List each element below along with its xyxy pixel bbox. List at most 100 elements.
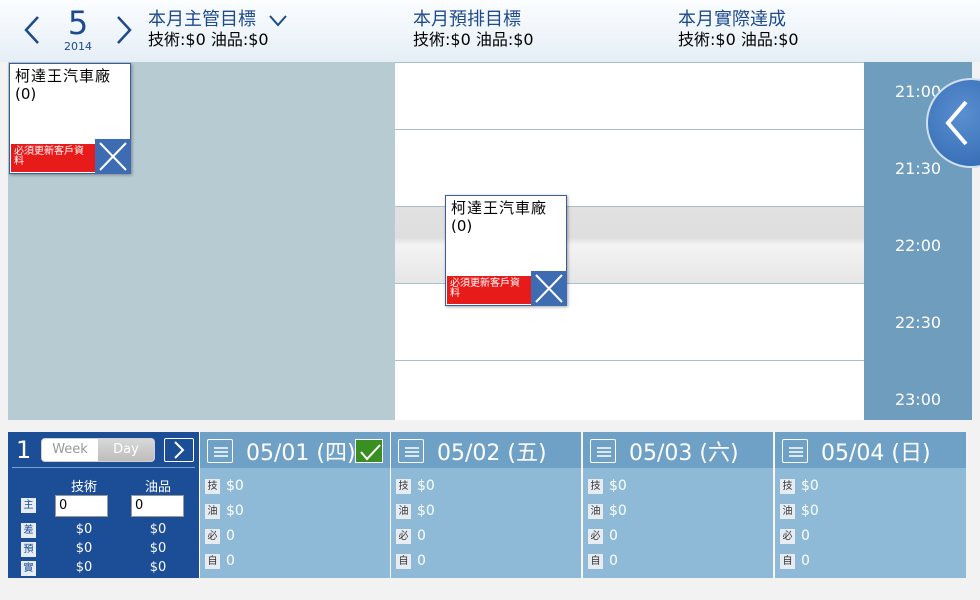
divider <box>12 467 195 468</box>
row-label-difference: 差 <box>21 523 36 538</box>
day-column[interactable]: 05/03 (六) 技 $0 油 $0 必0 自0 <box>582 432 773 578</box>
time-slot[interactable] <box>395 62 864 139</box>
day-header: 05/04 (日) <box>775 432 966 468</box>
row-key: 自 <box>588 554 603 569</box>
day-menu-button[interactable] <box>782 439 808 463</box>
row-key: 必 <box>780 529 795 544</box>
customer-count: (0) <box>451 217 473 235</box>
appointment-card[interactable]: 柯達王汽車廠 (0) 必須更新客戶資料 <box>9 63 131 174</box>
next-week-button[interactable] <box>164 438 194 462</box>
time-slot[interactable] <box>395 360 864 437</box>
row-value: 0 <box>609 528 618 544</box>
row-value: $0 <box>801 478 819 494</box>
remove-card-button[interactable] <box>95 139 131 174</box>
day-date: 05/01 (四) <box>246 441 356 466</box>
row-value: $0 <box>609 503 627 519</box>
appointment-card[interactable]: 柯達王汽車廠 (0) 必須更新客戶資料 <box>445 195 567 306</box>
row-label-manager: 主 <box>21 498 36 513</box>
remove-card-button[interactable] <box>531 271 567 306</box>
row-value: 0 <box>417 528 426 544</box>
day-column[interactable]: 05/02 (五) 技 $0 油 $0 必0 自0 <box>390 432 581 578</box>
menu-icon <box>789 447 803 457</box>
row-key: 技 <box>396 479 411 494</box>
manager-target-values: 技術:$0 油品:$0 <box>148 30 269 49</box>
diff-tech-value: $0 <box>75 522 93 537</box>
row-key: 自 <box>780 554 795 569</box>
day-date: 05/02 (五) <box>437 441 547 466</box>
row-key: 油 <box>396 504 411 519</box>
row-key: 油 <box>780 504 795 519</box>
planned-target-title: 本月預排目標 <box>413 9 521 30</box>
menu-icon <box>214 447 228 457</box>
actual-achieved-values: 技術:$0 油品:$0 <box>678 30 799 49</box>
planned-oil-value: $0 <box>149 541 167 556</box>
actual-achieved-title: 本月實際達成 <box>678 9 786 30</box>
tech-column-header: 技術 <box>71 480 98 495</box>
planned-target: 本月預排目標 技術:$0 油品:$0 <box>413 10 534 50</box>
day-menu-button[interactable] <box>590 439 616 463</box>
row-value: 0 <box>801 553 810 569</box>
row-value: 0 <box>801 528 810 544</box>
customer-name: 柯達王汽車廠 <box>451 199 548 217</box>
actual-tech-value: $0 <box>75 560 93 575</box>
manager-target: 本月主管目標 技術:$0 油品:$0 <box>148 10 269 50</box>
planned-tech-value: $0 <box>75 541 93 556</box>
oil-target-input[interactable]: 0 <box>131 495 184 517</box>
row-key: 必 <box>588 529 603 544</box>
close-icon <box>99 142 127 171</box>
week-number: 1 <box>16 436 32 464</box>
row-label-planned: 預 <box>21 542 36 557</box>
day-header: 05/01 (四) <box>200 432 390 468</box>
chevron-down-icon[interactable] <box>268 14 288 28</box>
row-key: 技 <box>205 479 220 494</box>
time-label: 22:00 <box>894 236 942 255</box>
actual-achieved: 本月實際達成 技術:$0 油品:$0 <box>678 10 799 50</box>
row-value: 0 <box>609 553 618 569</box>
row-value: 0 <box>226 553 235 569</box>
row-value: 0 <box>417 553 426 569</box>
row-key: 油 <box>588 504 603 519</box>
view-toggle: Week Day <box>41 438 155 462</box>
day-header: 05/02 (五) <box>391 432 581 468</box>
day-date: 05/03 (六) <box>629 441 739 466</box>
day-menu-button[interactable] <box>207 439 233 463</box>
tech-target-input[interactable]: 0 <box>55 495 108 517</box>
time-label: 23:00 <box>894 390 942 409</box>
day-date: 05/04 (日) <box>821 441 931 466</box>
day-header: 05/03 (六) <box>583 432 773 468</box>
day-complete-checkbox[interactable] <box>355 439 383 463</box>
row-key: 技 <box>588 479 603 494</box>
week-view-button[interactable]: Week <box>42 439 98 461</box>
customer-name: 柯達王汽車廠 <box>15 67 112 85</box>
scheduler-app: 5 2014 本月主管目標 技術:$0 油品:$0 本月預排目標 技術:$0 油… <box>0 0 980 600</box>
time-label: 22:30 <box>894 313 942 332</box>
day-column[interactable]: 05/04 (日) 技 $0 油 $0 必0 自0 <box>774 432 966 578</box>
oil-column-header: 油品 <box>145 480 172 495</box>
row-key: 必 <box>205 529 220 544</box>
actual-oil-value: $0 <box>149 560 167 575</box>
customer-count: (0) <box>15 85 37 103</box>
update-warning-badge[interactable]: 必須更新客戶資料 <box>447 276 531 304</box>
prev-month-icon[interactable] <box>22 14 42 46</box>
row-value: $0 <box>609 478 627 494</box>
chevron-right-icon <box>174 441 185 459</box>
row-value: $0 <box>417 503 435 519</box>
row-key: 必 <box>396 529 411 544</box>
update-warning-badge[interactable]: 必須更新客戶資料 <box>11 144 95 172</box>
close-icon <box>535 274 563 303</box>
year-number: 2014 <box>64 40 92 53</box>
next-month-icon[interactable] <box>114 14 134 46</box>
day-view-button[interactable]: Day <box>98 439 154 461</box>
row-key: 技 <box>780 479 795 494</box>
row-key: 油 <box>205 504 220 519</box>
row-key: 自 <box>205 554 220 569</box>
menu-icon <box>597 447 611 457</box>
row-value: $0 <box>801 503 819 519</box>
row-label-actual: 實 <box>21 561 36 576</box>
row-key: 自 <box>396 554 411 569</box>
row-value: $0 <box>226 503 244 519</box>
day-menu-button[interactable] <box>398 439 424 463</box>
row-value: 0 <box>226 528 235 544</box>
day-column[interactable]: 05/01 (四) 技 $0 油 $0 必0 自0 <box>199 432 390 578</box>
row-value: $0 <box>417 478 435 494</box>
